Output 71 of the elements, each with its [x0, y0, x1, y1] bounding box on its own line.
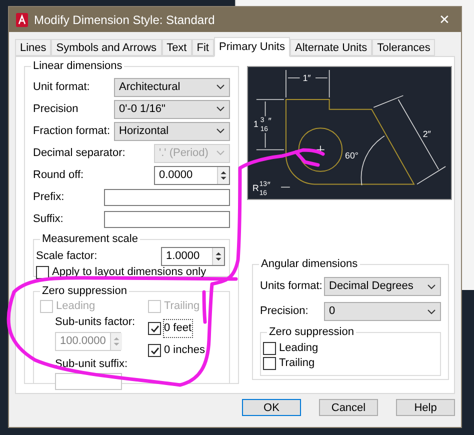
spinner-value: 1.0000: [165, 248, 201, 264]
field-label: Suffix:: [33, 212, 64, 227]
checkbox-label: 0 inches: [164, 343, 205, 358]
checkbox-label: 0 feet: [164, 320, 192, 337]
spinner-value: 100.0000: [59, 334, 107, 348]
tab[interactable]: Alternate Units: [290, 39, 372, 56]
dropdown-caret-icon: [216, 106, 225, 112]
checkmark-icon: [150, 346, 160, 356]
group-title: Angular dimensions: [259, 257, 360, 271]
checkbox[interactable]: [263, 357, 276, 370]
window-title: Modify Dimension Style: Standard: [34, 12, 216, 28]
dropdown-caret-icon: [427, 284, 436, 290]
spin-arrows-icon[interactable]: [217, 166, 229, 184]
checkbox[interactable]: [36, 266, 49, 279]
field-label: Sub-unit suffix:: [55, 356, 129, 372]
dropdown[interactable]: 0'-0 1/16": [114, 100, 230, 118]
checkbox[interactable]: [148, 344, 161, 357]
dropdown-value: '.' (Period): [159, 146, 208, 161]
dialog-button[interactable]: Help: [396, 399, 455, 416]
dialog-button[interactable]: Cancel: [319, 399, 378, 416]
dropdown-value: Architectural: [119, 80, 180, 95]
dropdown-caret-icon: [216, 84, 225, 90]
text-field[interactable]: [104, 210, 230, 228]
spin-arrows-icon[interactable]: [212, 248, 224, 264]
spinner-field[interactable]: 1.0000: [161, 246, 225, 266]
dropdown-value: Horizontal: [119, 124, 169, 139]
dropdown-caret-icon: [216, 150, 225, 156]
dropdown[interactable]: Horizontal: [114, 122, 230, 140]
dropdown[interactable]: 0: [324, 302, 441, 321]
dropdown-value: 0: [329, 304, 336, 320]
checkmark-icon: [150, 324, 160, 334]
checkbox[interactable]: [263, 342, 276, 355]
checkbox-label: Leading: [279, 341, 318, 356]
checkbox[interactable]: [148, 322, 161, 335]
field-label: Units format:: [260, 279, 322, 294]
checkbox-label: Leading: [56, 299, 96, 314]
checkbox-label: Trailing: [279, 356, 315, 372]
dropdown-caret-icon: [427, 308, 436, 314]
field-label: Round off:: [33, 168, 84, 183]
tab[interactable]: Symbols and Arrows: [51, 39, 162, 56]
dropdown-caret-icon: [216, 128, 225, 134]
field-label: Prefix:: [33, 190, 64, 205]
field-label: Unit format:: [33, 80, 90, 95]
field-label: Sub-units factor:: [55, 315, 136, 330]
field-label: Scale factor:: [36, 248, 98, 264]
spinner-value: 0.0000: [158, 168, 194, 182]
tab[interactable]: Fit: [192, 39, 214, 56]
field-label: Decimal separator:: [33, 146, 126, 161]
checkbox-label: Trailing: [164, 299, 200, 314]
spinner-field[interactable]: 0.0000: [154, 166, 230, 184]
text-field[interactable]: [104, 188, 230, 206]
field-label: Fraction format:: [33, 124, 110, 139]
tab[interactable]: Tolerances: [372, 39, 436, 56]
dropdown-value: Decimal Degrees: [329, 279, 414, 294]
dropdown-value: 0'-0 1/16": [119, 102, 166, 117]
checkbox-label: Apply to layout dimensions only: [52, 265, 206, 280]
app-logo-icon: [16, 12, 28, 26]
tab[interactable]: Primary Units: [214, 37, 290, 57]
dialog-button[interactable]: OK: [242, 399, 301, 416]
dimension-text: 2″: [422, 128, 431, 139]
dimension-text: 1″: [302, 72, 311, 83]
dimension-text: 60°: [345, 150, 358, 161]
field-label: Precision:: [260, 304, 308, 320]
group-title: Zero suppression: [267, 325, 356, 339]
field-label: Precision: [33, 102, 78, 117]
dropdown[interactable]: Architectural: [114, 78, 230, 96]
dropdown[interactable]: Decimal Degrees: [324, 277, 441, 296]
tab[interactable]: Lines: [15, 39, 52, 56]
group-title: Zero suppression: [40, 284, 129, 298]
close-button[interactable]: ✕: [435, 13, 454, 26]
tab[interactable]: Text: [162, 39, 192, 56]
